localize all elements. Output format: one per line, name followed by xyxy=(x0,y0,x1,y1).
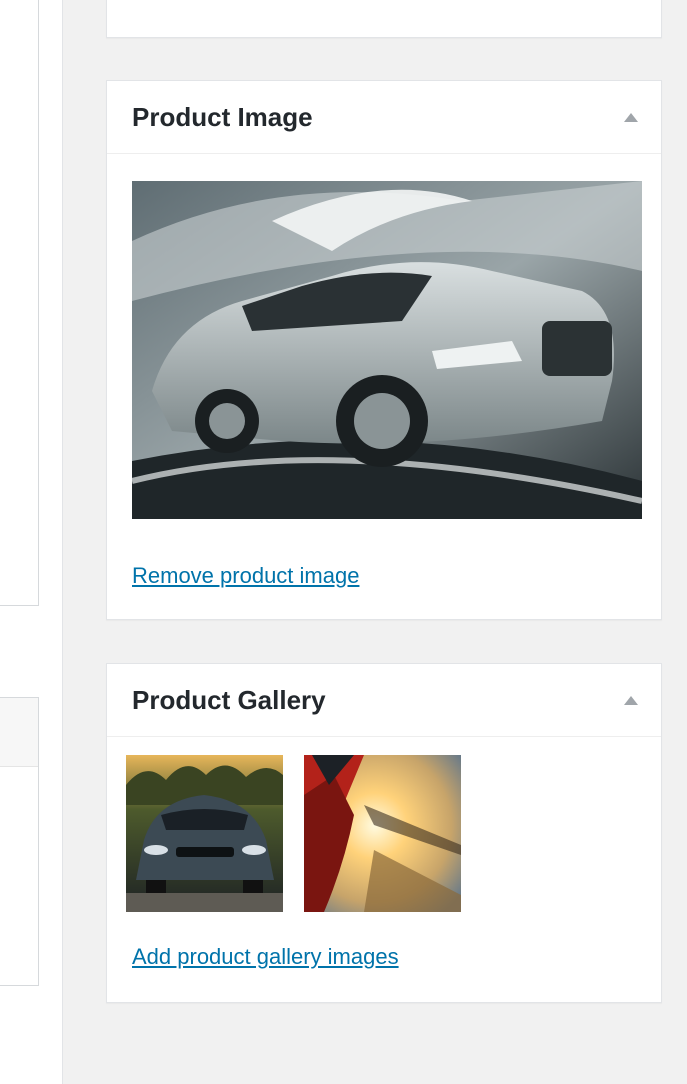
product-image-panel: Product Image Remove product image xyxy=(106,80,662,620)
previous-panel-bottom xyxy=(106,0,662,38)
triangle-up-icon[interactable] xyxy=(619,105,643,129)
left-panel-lower xyxy=(0,697,39,986)
product-image-header[interactable]: Product Image xyxy=(107,81,661,154)
add-product-gallery-images-link[interactable]: Add product gallery images xyxy=(132,944,399,970)
product-image-photo[interactable] xyxy=(132,181,642,519)
gallery-thumbnail[interactable] xyxy=(304,755,461,912)
product-gallery-title: Product Gallery xyxy=(132,685,326,715)
product-image-title: Product Image xyxy=(132,102,313,132)
product-gallery-header[interactable]: Product Gallery xyxy=(107,664,661,737)
left-panel-lower-header xyxy=(0,698,38,767)
remove-product-image-link[interactable]: Remove product image xyxy=(132,563,359,589)
triangle-up-icon[interactable] xyxy=(619,688,643,712)
product-gallery-panel: Product Gallery Add product gallery imag… xyxy=(106,663,662,1003)
left-column xyxy=(0,0,63,1084)
gallery-thumbnail[interactable] xyxy=(126,755,283,912)
left-panel-upper xyxy=(0,0,39,606)
